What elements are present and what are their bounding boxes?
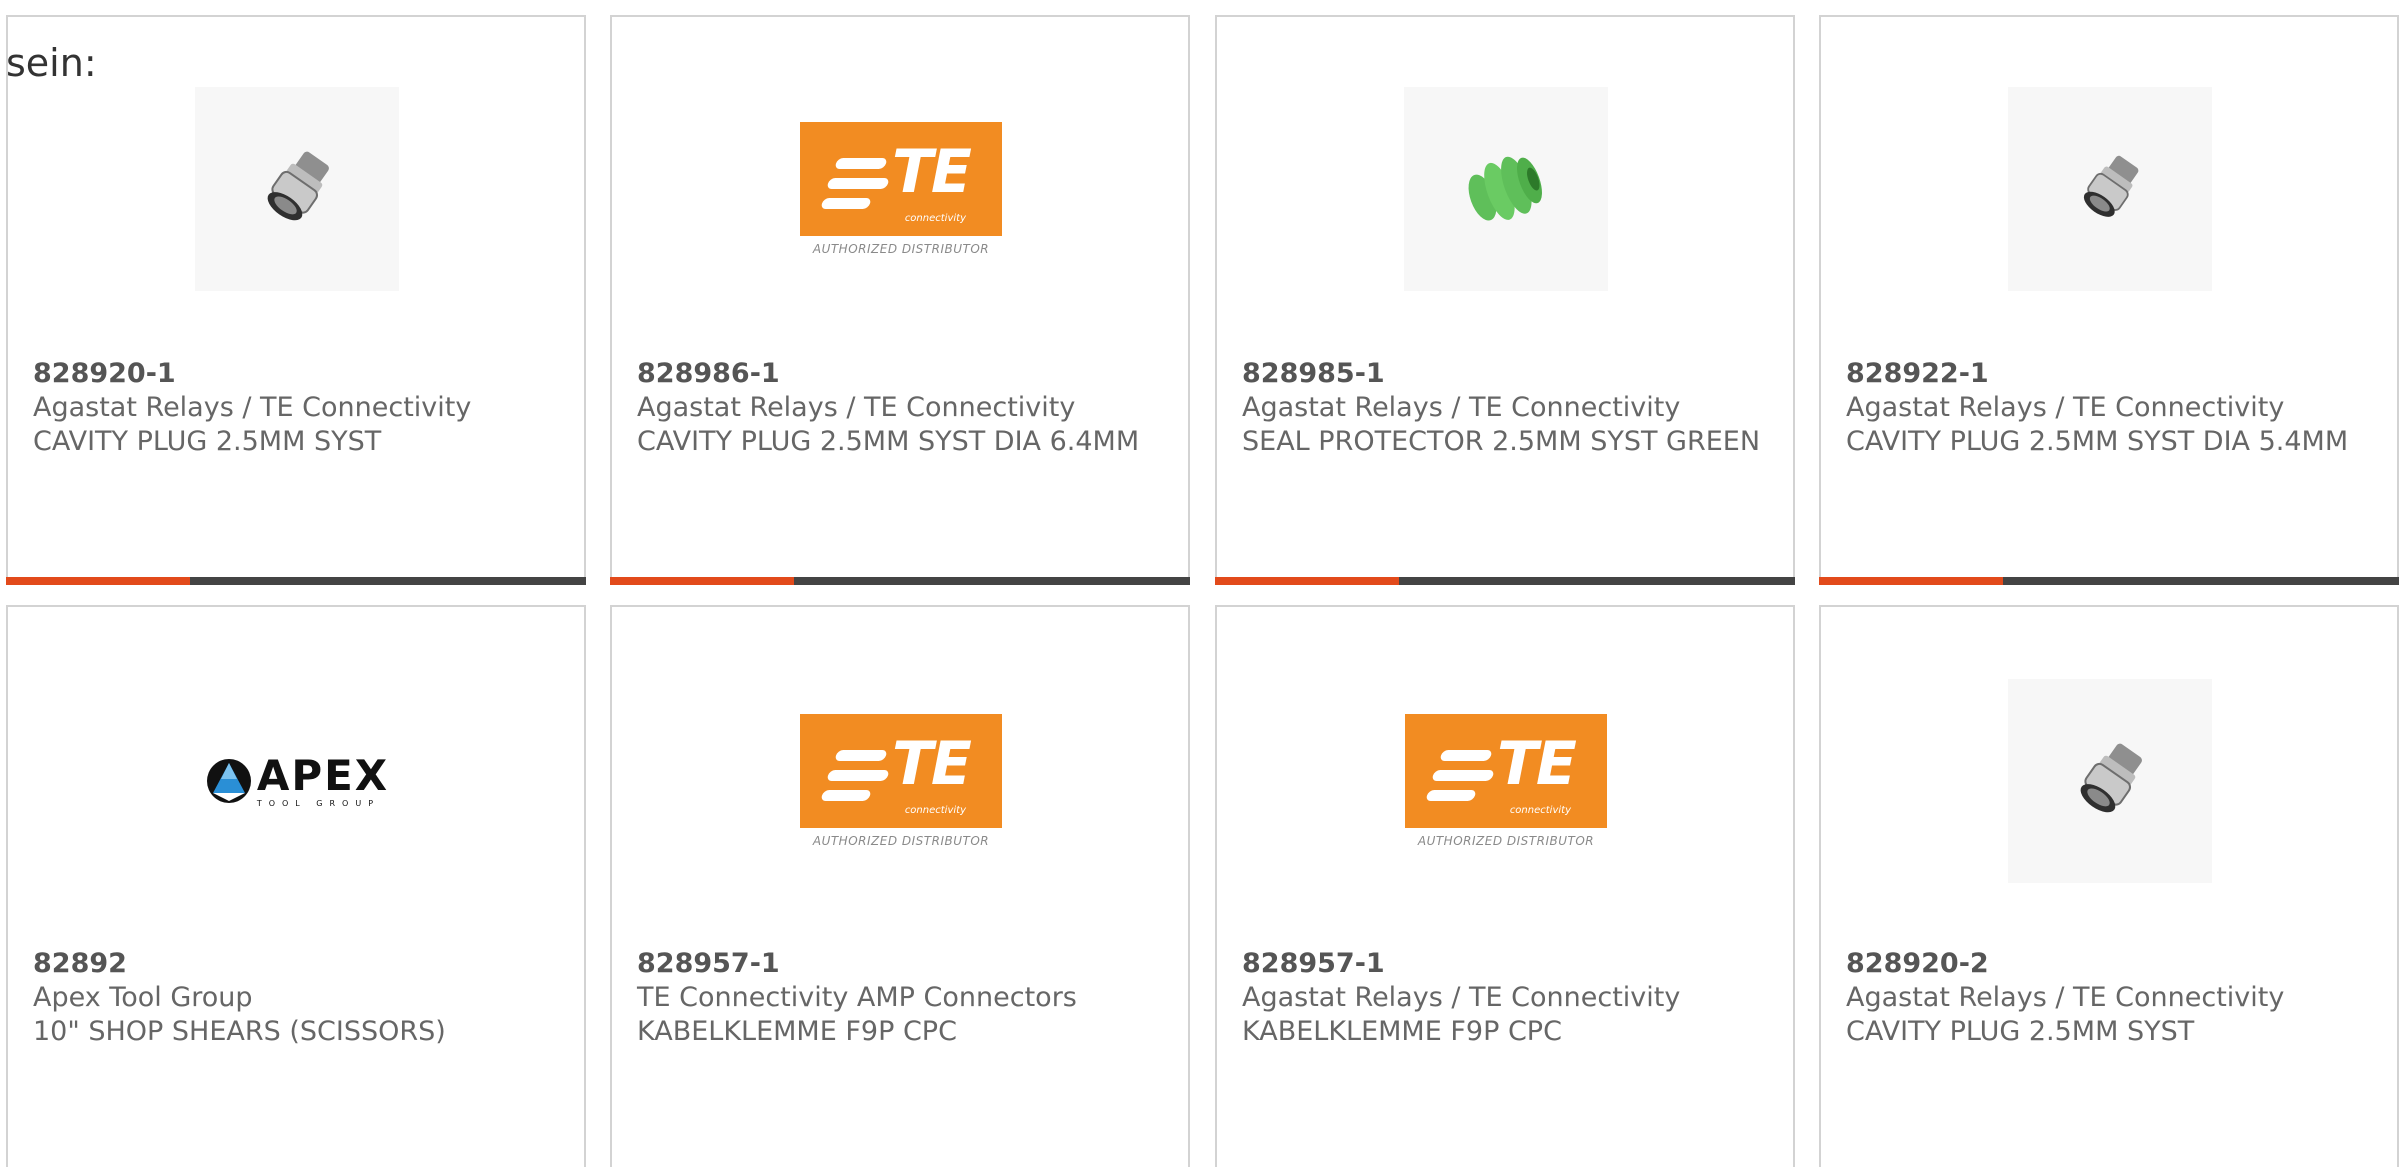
- product-image[interactable]: APEX TOOL GROUP: [195, 679, 399, 883]
- cavity-plug-photo: [195, 87, 399, 291]
- green-seal-icon: [1468, 156, 1542, 221]
- product-image[interactable]: [1404, 87, 1608, 291]
- cavity-plug-icon: [2083, 155, 2139, 217]
- product-info: 828957-1 Agastat Relays / TE Connectivit…: [1242, 947, 1773, 1049]
- cavity-plug-icon: [267, 151, 329, 221]
- card-bottom-bar: [1215, 577, 1795, 585]
- cavity-plug-photo: [2008, 87, 2212, 291]
- part-number-link[interactable]: 828920-2: [1846, 947, 2377, 981]
- description: CAVITY PLUG 2.5MM SYST DIA 6.4MM: [637, 426, 1140, 457]
- lead-text: sein:: [6, 41, 97, 85]
- te-connectivity-logo: TE connectivity AUTHORIZED DISTRIBUTOR: [1405, 714, 1607, 848]
- part-number-link[interactable]: 828986-1: [637, 357, 1168, 391]
- product-info: 828985-1 Agastat Relays / TE Connectivit…: [1242, 357, 1773, 459]
- description: CAVITY PLUG 2.5MM SYST: [33, 426, 382, 457]
- product-image[interactable]: [2008, 679, 2212, 883]
- accent-bar: [1215, 577, 1399, 585]
- card-bottom-bar: [1819, 577, 2399, 585]
- manufacturer: Agastat Relays / TE Connectivity: [1846, 392, 2285, 423]
- product-info: 828957-1 TE Connectivity AMP Connectors …: [637, 947, 1168, 1049]
- accent-bar: [6, 577, 190, 585]
- product-card[interactable]: APEX TOOL GROUP 82892 Apex Tool Group 10…: [6, 605, 586, 1167]
- part-number-link[interactable]: 828985-1: [1242, 357, 1773, 391]
- manufacturer: Agastat Relays / TE Connectivity: [1846, 982, 2285, 1013]
- green-seal-photo: [1404, 87, 1608, 291]
- description: KABELKLEMME F9P CPC: [1242, 1016, 1562, 1047]
- manufacturer: Agastat Relays / TE Connectivity: [1242, 982, 1681, 1013]
- product-card[interactable]: 828922-1 Agastat Relays / TE Connectivit…: [1819, 15, 2399, 585]
- cavity-plug-photo: [2008, 679, 2212, 883]
- description: 10" SHOP SHEARS (SCISSORS): [33, 1016, 446, 1047]
- product-image[interactable]: TE connectivity AUTHORIZED DISTRIBUTOR: [799, 87, 1003, 291]
- manufacturer: Agastat Relays / TE Connectivity: [1242, 392, 1681, 423]
- product-image[interactable]: TE connectivity AUTHORIZED DISTRIBUTOR: [799, 679, 1003, 883]
- product-info: 828920-1 Agastat Relays / TE Connectivit…: [33, 357, 564, 459]
- product-card[interactable]: 828920-1 Agastat Relays / TE Connectivit…: [6, 15, 586, 585]
- part-number-link[interactable]: 828920-1: [33, 357, 564, 391]
- apex-tool-group-logo: APEX TOOL GROUP: [205, 754, 389, 808]
- manufacturer: Agastat Relays / TE Connectivity: [637, 392, 1076, 423]
- product-info: 828920-2 Agastat Relays / TE Connectivit…: [1846, 947, 2377, 1049]
- product-card[interactable]: TE connectivity AUTHORIZED DISTRIBUTOR 8…: [610, 605, 1190, 1167]
- manufacturer: Agastat Relays / TE Connectivity: [33, 392, 472, 423]
- product-image[interactable]: [2008, 87, 2212, 291]
- product-grid-page: sein: 828920-1 Agastat Relays / TE Conne…: [0, 0, 2400, 1167]
- accent-bar: [610, 577, 794, 585]
- manufacturer: Apex Tool Group: [33, 982, 253, 1013]
- part-number-link[interactable]: 828957-1: [637, 947, 1168, 981]
- description: CAVITY PLUG 2.5MM SYST: [1846, 1016, 2195, 1047]
- product-card[interactable]: TE connectivity AUTHORIZED DISTRIBUTOR 8…: [610, 15, 1190, 585]
- apex-triangle-icon: [206, 759, 251, 803]
- description: KABELKLEMME F9P CPC: [637, 1016, 957, 1047]
- description: CAVITY PLUG 2.5MM SYST DIA 5.4MM: [1846, 426, 2349, 457]
- card-bottom-bar: [610, 577, 1190, 585]
- manufacturer: TE Connectivity AMP Connectors: [637, 982, 1077, 1013]
- product-image[interactable]: TE connectivity AUTHORIZED DISTRIBUTOR: [1404, 679, 1608, 883]
- product-info: 828922-1 Agastat Relays / TE Connectivit…: [1846, 357, 2377, 459]
- product-card[interactable]: 828920-2 Agastat Relays / TE Connectivit…: [1819, 605, 2399, 1167]
- cavity-plug-icon: [2080, 743, 2142, 813]
- description: SEAL PROTECTOR 2.5MM SYST GREEN: [1242, 426, 1761, 457]
- product-card[interactable]: 828985-1 Agastat Relays / TE Connectivit…: [1215, 15, 1795, 585]
- accent-bar: [1819, 577, 2003, 585]
- part-number-link[interactable]: 828957-1: [1242, 947, 1773, 981]
- te-connectivity-logo: TE connectivity AUTHORIZED DISTRIBUTOR: [800, 714, 1002, 848]
- product-info: 828986-1 Agastat Relays / TE Connectivit…: [637, 357, 1168, 459]
- card-bottom-bar: [6, 577, 586, 585]
- product-card[interactable]: TE connectivity AUTHORIZED DISTRIBUTOR 8…: [1215, 605, 1795, 1167]
- part-number-link[interactable]: 82892: [33, 947, 564, 981]
- te-connectivity-logo: TE connectivity AUTHORIZED DISTRIBUTOR: [800, 122, 1002, 256]
- part-number-link[interactable]: 828922-1: [1846, 357, 2377, 391]
- product-info: 82892 Apex Tool Group 10" SHOP SHEARS (S…: [33, 947, 564, 1049]
- product-image[interactable]: [195, 87, 399, 291]
